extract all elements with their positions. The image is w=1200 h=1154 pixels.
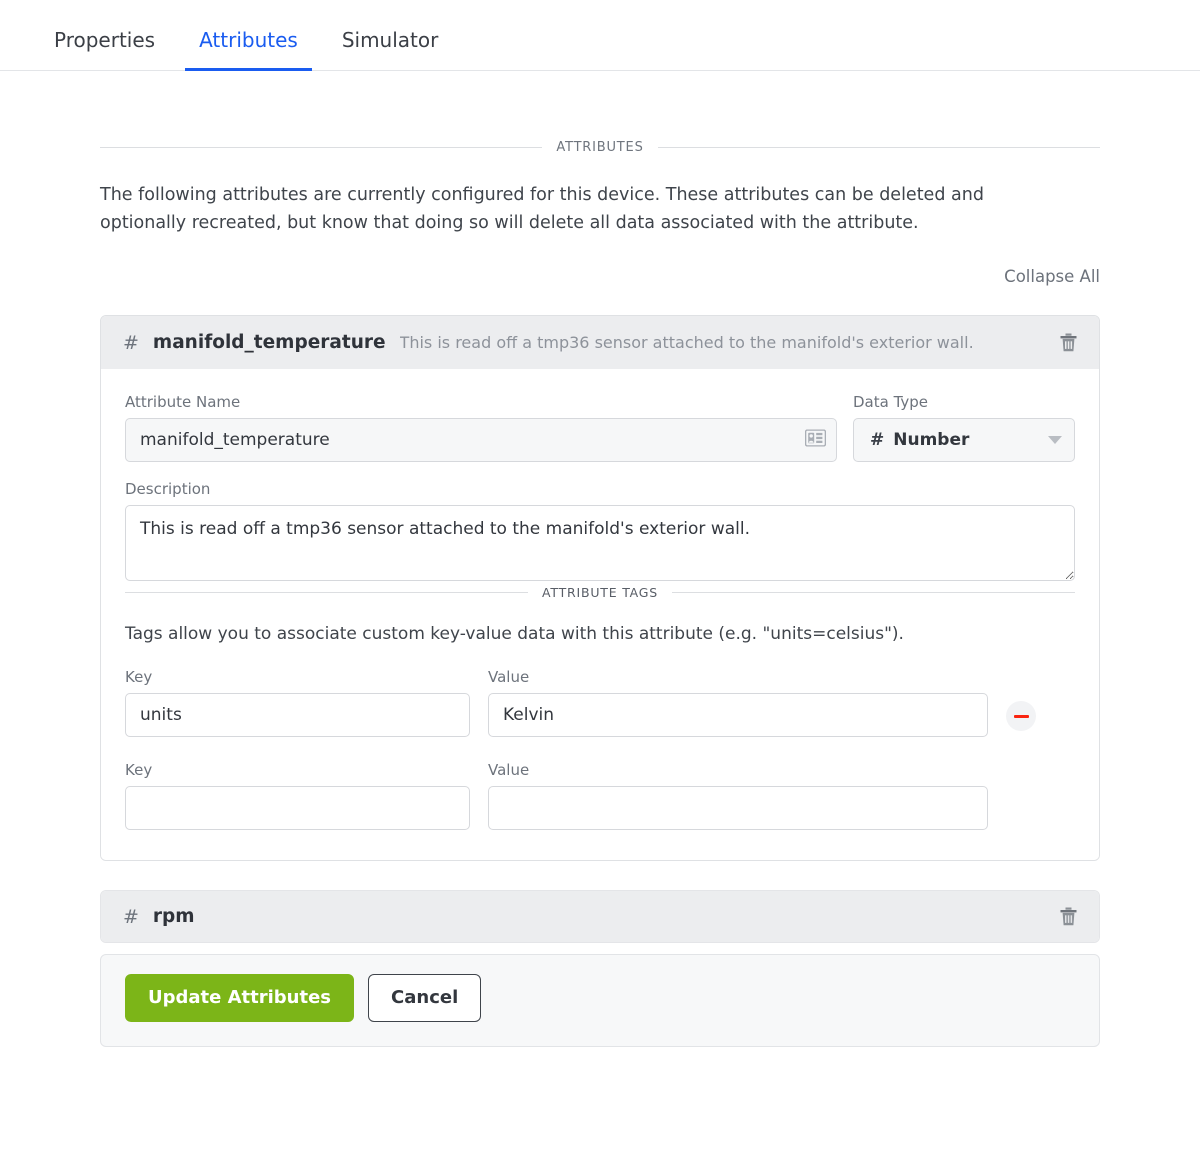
tag-key-group: Key	[125, 761, 470, 830]
data-type-label: Data Type	[853, 393, 1075, 411]
cancel-button[interactable]: Cancel	[368, 974, 481, 1022]
data-type-group: Data Type # Number	[853, 393, 1075, 462]
tag-key-group: Key	[125, 668, 470, 737]
attribute-card-rpm: # rpm	[100, 890, 1100, 943]
tag-row: Key Value	[125, 668, 1075, 737]
trash-icon	[1060, 907, 1077, 926]
remove-tag-button[interactable]	[1006, 701, 1036, 731]
attribute-card-header[interactable]: # manifold_temperature This is read off …	[101, 316, 1099, 369]
trash-icon	[1060, 333, 1077, 352]
tag-value-input[interactable]	[488, 786, 988, 830]
minus-icon	[1014, 715, 1029, 718]
attribute-header-description: This is read off a tmp36 sensor attached…	[400, 333, 1055, 352]
tag-key-label: Key	[125, 761, 470, 779]
tab-simulator[interactable]: Simulator	[328, 30, 453, 71]
hash-icon: #	[123, 906, 139, 928]
attributes-intro-text: The following attributes are currently c…	[100, 181, 1060, 237]
attribute-name-label: Attribute Name	[125, 393, 837, 411]
tag-value-group: Value	[488, 761, 988, 830]
tag-action-group	[1006, 701, 1036, 737]
attribute-tags-note: Tags allow you to associate custom key-v…	[125, 624, 1075, 644]
data-type-value: Number	[893, 430, 969, 450]
attribute-name-input-wrap	[125, 418, 837, 462]
delete-attribute-button[interactable]	[1055, 330, 1081, 356]
attribute-description-group: Description	[125, 480, 1075, 585]
attribute-name-group: Attribute Name	[125, 393, 837, 462]
collapse-all-button[interactable]: Collapse All	[1004, 267, 1100, 286]
tag-key-label: Key	[125, 668, 470, 686]
tab-attributes[interactable]: Attributes	[185, 30, 312, 71]
tab-bar: Properties Attributes Simulator	[0, 0, 1200, 71]
tag-value-group: Value	[488, 668, 988, 737]
attribute-name-type-row: Attribute Name	[125, 393, 1075, 462]
tag-key-input[interactable]	[125, 786, 470, 830]
tag-key-input[interactable]	[125, 693, 470, 737]
attribute-name-input[interactable]	[125, 418, 837, 462]
hash-icon: #	[123, 332, 139, 354]
collapse-all-row: Collapse All	[100, 267, 1100, 286]
tag-row: Key Value	[125, 761, 1075, 830]
attribute-card-manifold-temperature: # manifold_temperature This is read off …	[100, 315, 1100, 861]
data-type-select[interactable]: # Number	[853, 418, 1075, 462]
update-attributes-button[interactable]: Update Attributes	[125, 974, 354, 1022]
attribute-description-label: Description	[125, 480, 1075, 498]
attribute-description-textarea[interactable]	[125, 505, 1075, 581]
tag-value-label: Value	[488, 761, 988, 779]
attributes-page: ATTRIBUTES The following attributes are …	[0, 140, 1200, 1047]
tag-value-input[interactable]	[488, 693, 988, 737]
attribute-name-title: manifold_temperature	[153, 332, 386, 353]
tag-value-label: Value	[488, 668, 988, 686]
chevron-down-icon	[1048, 436, 1062, 444]
attributes-legend-label: ATTRIBUTES	[556, 140, 643, 155]
attributes-section-legend: ATTRIBUTES	[100, 140, 1100, 155]
attribute-tags-legend-label: ATTRIBUTE TAGS	[542, 585, 658, 600]
attribute-card-body: Attribute Name	[101, 369, 1099, 860]
hash-icon: #	[870, 430, 884, 450]
tab-properties[interactable]: Properties	[40, 30, 169, 71]
attribute-tags-legend: ATTRIBUTE TAGS	[125, 585, 1075, 600]
form-actions-bar: Update Attributes Cancel	[100, 954, 1100, 1047]
attribute-name-title: rpm	[153, 906, 195, 927]
delete-attribute-button[interactable]	[1055, 904, 1081, 930]
attribute-card-header[interactable]: # rpm	[101, 891, 1099, 942]
